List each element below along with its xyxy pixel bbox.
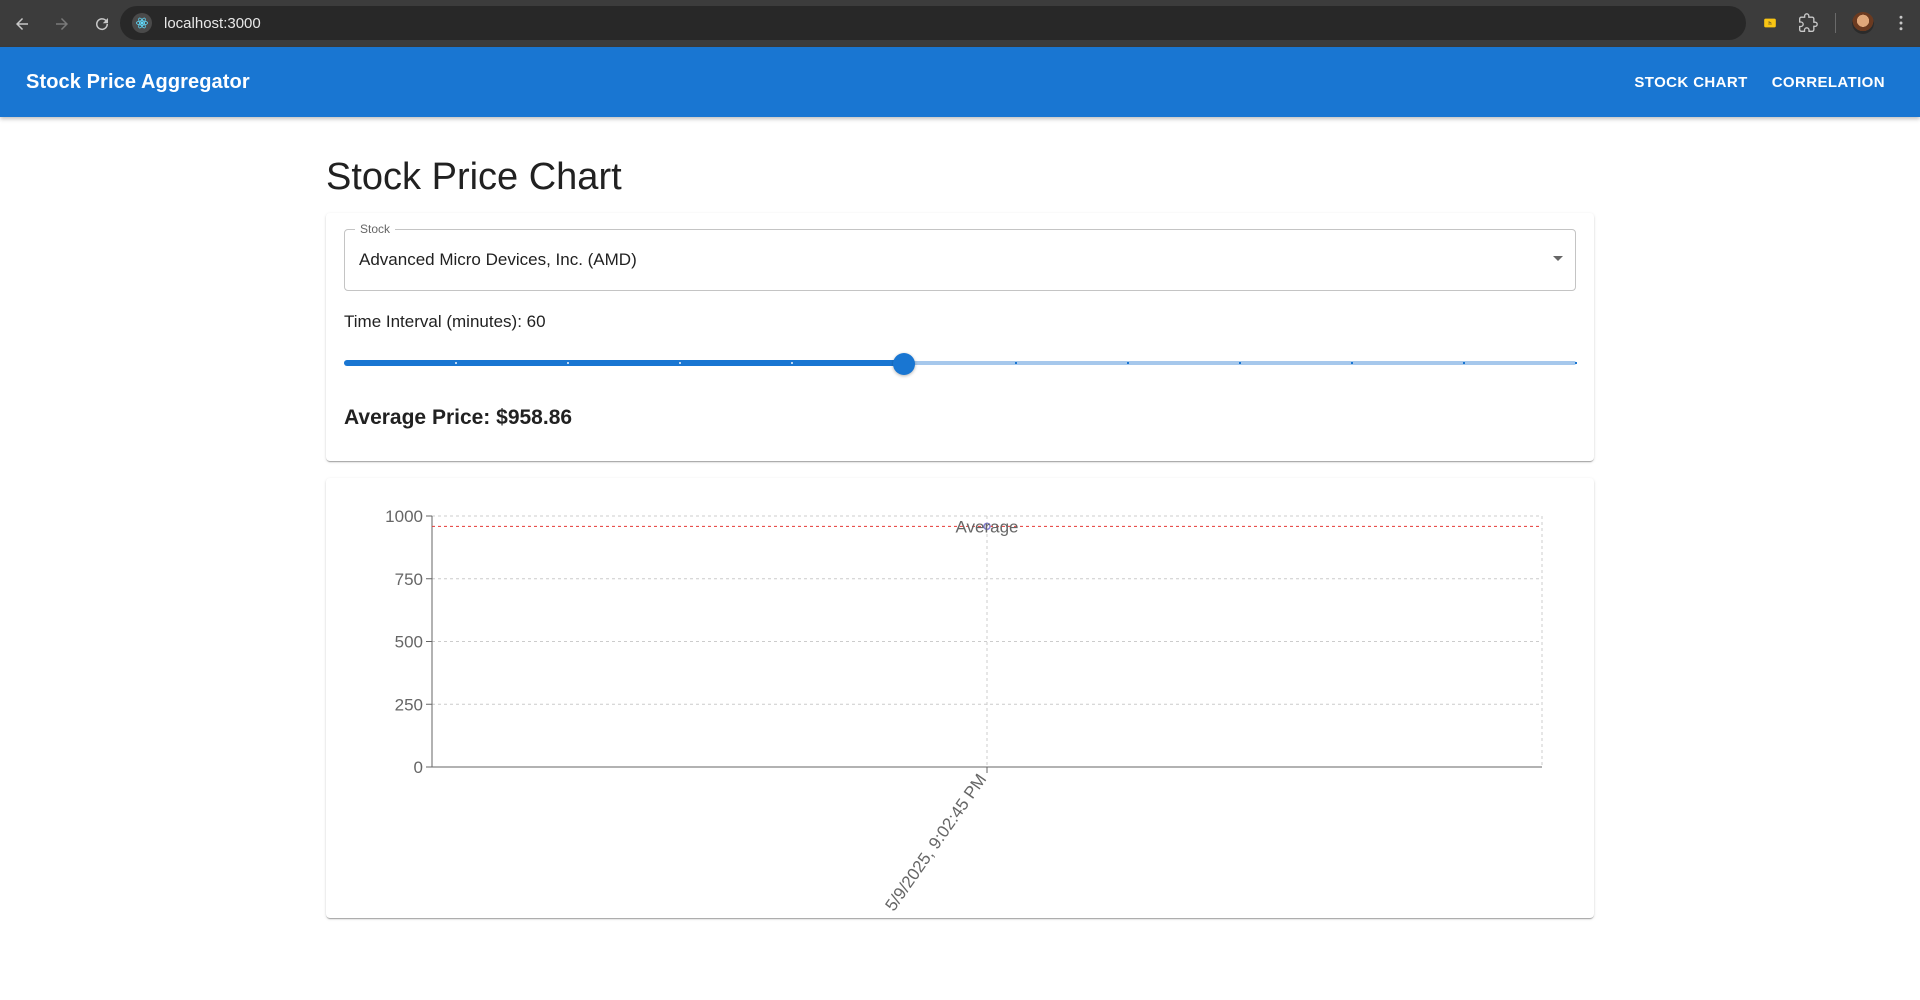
interval-slider[interactable] [344, 353, 1577, 375]
slider-mark [903, 362, 905, 364]
slider-mark [455, 362, 457, 364]
app-nav: STOCK CHART CORRELATION [1625, 47, 1894, 117]
interval-label: Time Interval (minutes): 60 [344, 312, 546, 331]
profile-avatar[interactable] [1852, 12, 1874, 34]
site-info-icon[interactable] [132, 13, 152, 33]
y-tick-label: 750 [395, 570, 423, 589]
x-tick-label: 5/9/2025, 9:02:45 PM [881, 770, 990, 914]
slider-track[interactable] [344, 360, 904, 366]
controls-card: Stock Advanced Micro Devices, Inc. (AMD)… [326, 213, 1594, 461]
svg-text:h: h [1768, 21, 1771, 27]
reload-icon[interactable] [84, 6, 120, 42]
slider-mark [1463, 362, 1465, 364]
app-title: Stock Price Aggregator [26, 70, 250, 93]
slider-mark [1015, 362, 1017, 364]
back-icon[interactable] [4, 6, 40, 42]
slider-thumb[interactable] [893, 353, 915, 375]
extension-badge-icon[interactable]: h [1759, 12, 1781, 34]
page-title: Stock Price Chart [326, 156, 622, 198]
slider-mark [567, 362, 569, 364]
browser-toolbar: localhost:3000 h [0, 0, 1920, 47]
average-reference-label: Average [955, 517, 1018, 536]
slider-mark [791, 362, 793, 364]
average-price-text: Average Price: $958.86 [344, 406, 573, 429]
price-chart: 0 250 500 750 1000 5/9/2025, 9:02:45 PM Averag… [385, 507, 1543, 914]
slider-mark [1239, 362, 1241, 364]
slider-mark [679, 362, 681, 364]
slider-mark [1575, 362, 1577, 364]
slider-mark [1351, 362, 1353, 364]
main-content: Stock Price Chart Stock Advanced Micro D… [326, 117, 1594, 918]
y-tick-label: 250 [395, 695, 423, 714]
y-tick-label: 0 [414, 758, 423, 777]
dropdown-arrow-icon[interactable] [1553, 256, 1563, 261]
stock-select-value: Advanced Micro Devices, Inc. (AMD) [359, 250, 637, 269]
nav-stock-chart-button[interactable]: STOCK CHART [1625, 66, 1756, 99]
y-tick-label: 500 [395, 633, 423, 652]
slider-mark [1127, 362, 1129, 364]
y-tick-label: 1000 [385, 507, 423, 526]
kebab-menu-icon[interactable] [1890, 12, 1912, 34]
app-bar: Stock Price Aggregator STOCK CHART CORRE… [0, 47, 1920, 117]
url-text[interactable]: localhost:3000 [164, 15, 261, 32]
nav-correlation-button[interactable]: CORRELATION [1763, 66, 1894, 99]
address-bar[interactable]: localhost:3000 [120, 6, 1746, 40]
puzzle-extensions-icon[interactable] [1797, 12, 1819, 34]
stock-select[interactable]: Stock Advanced Micro Devices, Inc. (AMD) [344, 222, 1576, 291]
chart-card: 0 250 500 750 1000 5/9/2025, 9:02:45 PM Averag… [326, 478, 1594, 918]
forward-icon[interactable] [44, 6, 80, 42]
stock-select-label: Stock [355, 222, 396, 236]
toolbar-divider [1835, 13, 1836, 33]
